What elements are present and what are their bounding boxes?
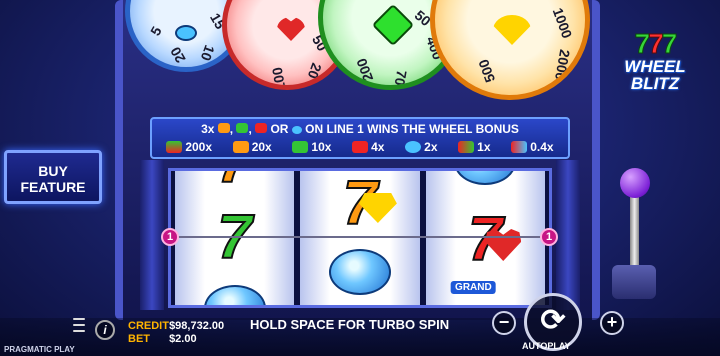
lever-base (612, 265, 656, 299)
paytable-entry: 4x (352, 137, 384, 157)
grand-jackpot-icon (166, 141, 183, 153)
wheel-number: 200 (353, 56, 377, 84)
autoplay-button[interactable]: AUTOPLAY (522, 341, 571, 351)
mixed-any-icon (511, 141, 528, 153)
wheel-number: 500 (475, 57, 499, 85)
green-gem-icon (371, 3, 415, 47)
red-seven-icon (255, 123, 268, 133)
reel-3: 7 GRAND (425, 171, 545, 305)
reel-1: 7 7 (175, 171, 295, 305)
red-heart-gem-icon (277, 17, 305, 41)
paytable-value: 4x (371, 140, 385, 154)
wheel-number: 20 (304, 60, 325, 82)
paytable-entry: 2x (405, 137, 438, 157)
paytable-header: 3x , , OR ON LINE 1 WINS THE WHEEL BONUS (201, 122, 519, 136)
green-seven-symbol: 7 (216, 203, 253, 272)
balance-display: CREDIT $98,732.00 BET $2.00 (128, 320, 224, 346)
wheel-number: 20 (166, 44, 189, 66)
paytable-value: 10x (311, 140, 332, 154)
wheel-number: 10 (197, 42, 218, 64)
logo-seven: 7 (634, 28, 650, 59)
buy-feature-button[interactable]: BUY FEATURE (4, 150, 102, 204)
wheel-number: 1000 (549, 5, 576, 41)
paytable-value: 1x (477, 140, 491, 154)
blue-gem-symbol (203, 285, 266, 305)
provider-brand: PRAGMATIC PLAY (4, 345, 75, 354)
right-reel-rail (556, 160, 580, 310)
paytable-entry: 200x (166, 137, 212, 157)
paytable-entry: 20x (232, 137, 272, 157)
logo-line-2: BLITZ (630, 74, 680, 93)
paytable-value: 200x (185, 140, 213, 154)
increase-bet-button[interactable]: + (600, 311, 624, 335)
yellow-diamond-icon (493, 15, 531, 45)
lever-rod (630, 185, 639, 275)
reel-window: 7 7 7 7 GRAND (168, 168, 552, 308)
logo-line-1: WHEEL (624, 57, 686, 76)
logo-sevens: 777 (605, 28, 705, 59)
payline-1 (168, 236, 552, 238)
paytable-value: 0.4x (530, 140, 554, 154)
orange-seven-diamond-icon (232, 141, 249, 153)
bet-label: BET (128, 333, 150, 345)
red-seven-heart-icon (352, 141, 369, 153)
wheel-number: 70 (391, 68, 411, 88)
wheel-number: 100 (268, 66, 289, 90)
paytable-multiplier: 3x (201, 122, 215, 136)
game-stage: 5 15 10 20 50 20 100 50 400 200 70 1000 … (0, 0, 720, 356)
paytable-or: OR (270, 122, 289, 136)
paytable-entry: 0.4x (511, 137, 554, 157)
green-seven-gem-icon (292, 141, 309, 153)
reel-2: 7 (300, 171, 420, 305)
paytable-value: 20x (251, 140, 272, 154)
any-seven-icon (458, 141, 475, 153)
bet-value: $2.00 (169, 333, 197, 345)
logo-seven: 7 (648, 28, 664, 59)
menu-icon[interactable] (73, 318, 85, 332)
blue-gem-icon (405, 141, 422, 153)
paytable-entry: 10x (292, 137, 331, 157)
turbo-hint: HOLD SPACE FOR TURBO SPIN (250, 317, 450, 332)
buy-feature-label-2: FEATURE (20, 179, 86, 195)
grand-jackpot-symbol: GRAND (451, 281, 496, 294)
credit-row: CREDIT $98,732.00 (128, 320, 224, 333)
blue-gem-symbol (328, 249, 391, 295)
credit-label: CREDIT (128, 320, 169, 332)
orange-seven-symbol: 7 (216, 171, 253, 194)
blue-gem-icon (175, 25, 197, 41)
paytable-header-text: ON LINE 1 WINS THE WHEEL BONUS (305, 122, 519, 136)
green-seven-icon (236, 123, 249, 133)
game-logo: 777 WHEEL BLITZ (605, 28, 705, 100)
credit-value: $98,732.00 (169, 320, 225, 332)
payline-marker-right: 1 (540, 228, 558, 246)
lever-knob[interactable] (620, 168, 650, 198)
buy-feature-label-1: BUY (38, 163, 68, 179)
bet-row: BET $2.00 (128, 333, 224, 346)
blue-gem-symbol (454, 171, 517, 185)
paytable-value: 2x (424, 140, 438, 154)
paytable-panel: 3x , , OR ON LINE 1 WINS THE WHEEL BONUS… (150, 117, 570, 159)
paytable-row: 200x 20x 10x 4x 2x 1x 0.4x (152, 137, 568, 157)
info-button[interactable]: i (95, 320, 115, 340)
payline-marker-left: 1 (161, 228, 179, 246)
blue-gem-icon (291, 125, 302, 134)
logo-seven: 7 (661, 28, 677, 59)
paytable-entry: 1x (458, 137, 491, 157)
decrease-bet-button[interactable]: − (492, 311, 516, 335)
wheel-number: 5 (147, 23, 165, 39)
orange-seven-icon (217, 123, 230, 133)
